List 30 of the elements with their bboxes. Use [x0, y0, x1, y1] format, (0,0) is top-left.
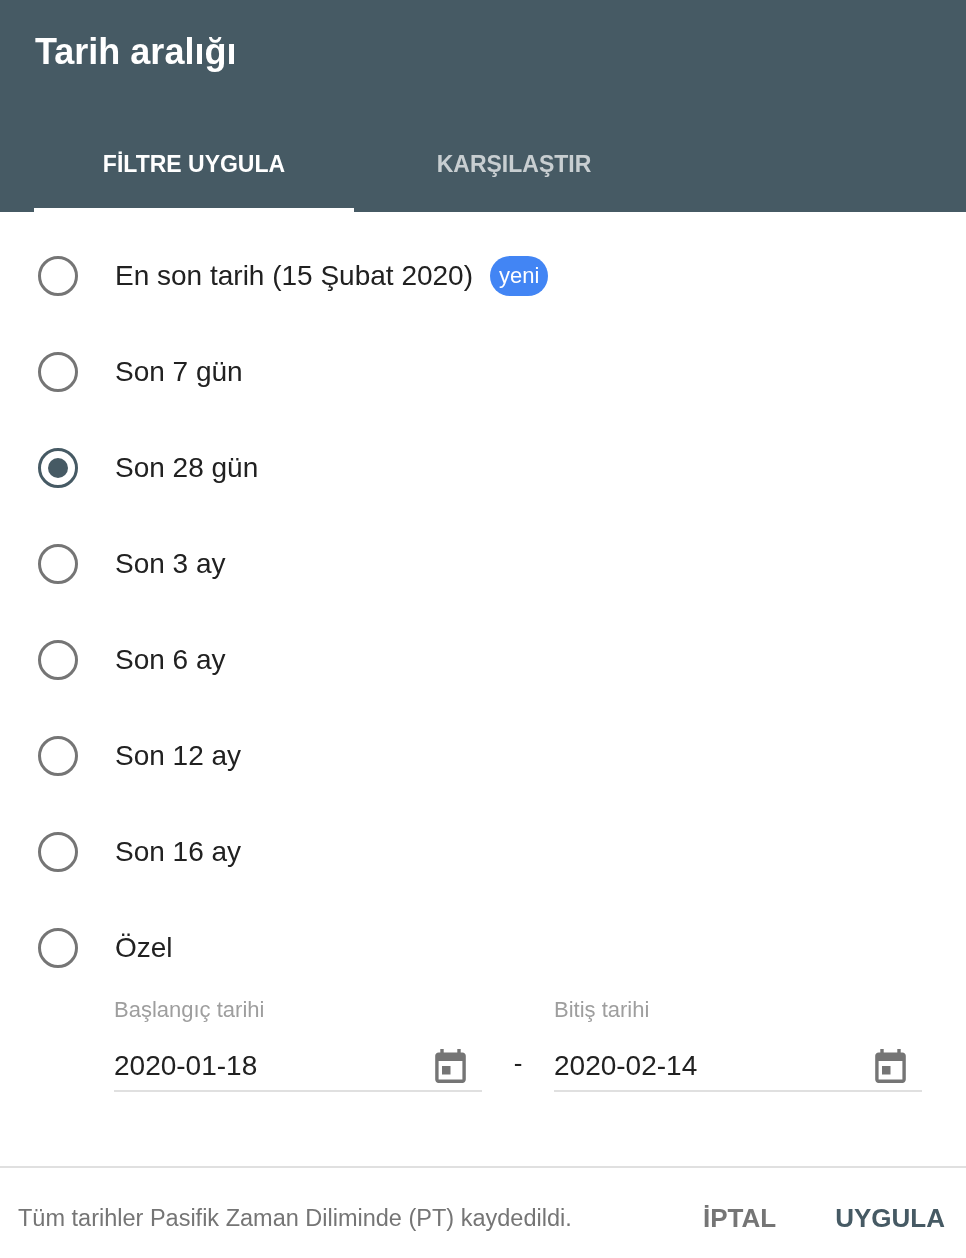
- option-label: Son 7 gün: [115, 355, 243, 389]
- option-label: Son 28 gün: [115, 451, 259, 485]
- radio-button[interactable]: [38, 640, 78, 680]
- option-label: Son 16 ay: [115, 835, 242, 869]
- radio-button[interactable]: [38, 544, 78, 584]
- option-label: Son 6 ay: [115, 643, 226, 677]
- radio-button[interactable]: [38, 448, 78, 488]
- cancel-button[interactable]: İPTAL: [687, 1194, 793, 1242]
- radio-button[interactable]: [38, 352, 78, 392]
- option-label: Son 12 ay: [115, 739, 242, 773]
- option-label: En son tarih (15 Şubat 2020): [115, 259, 473, 293]
- date-field[interactable]: 2020-01-18: [114, 1041, 482, 1092]
- timezone-note: Tüm tarihler Pasifik Zaman Diliminde (PT) kaydedildi.: [18, 1204, 572, 1232]
- apply-button[interactable]: UYGULA: [819, 1194, 961, 1242]
- new-badge: yeni: [490, 256, 549, 296]
- radio-button[interactable]: [38, 736, 78, 776]
- calendar-icon[interactable]: [435, 1048, 466, 1083]
- field-label: Başlangıç tarihi: [114, 997, 265, 1023]
- dialog-title: Tarih aralığı: [35, 31, 237, 73]
- radio-button[interactable]: [38, 928, 78, 968]
- tab[interactable]: FİLTRE UYGULA: [34, 116, 354, 212]
- field-label: Bitiş tarihi: [554, 997, 650, 1023]
- date-field[interactable]: 2020-02-14: [554, 1041, 922, 1092]
- radio-button[interactable]: [38, 832, 78, 872]
- tab[interactable]: KARŞILAŞTIR: [354, 116, 674, 212]
- option-label: Son 3 ay: [115, 547, 226, 581]
- radio-button[interactable]: [38, 256, 78, 296]
- calendar-icon[interactable]: [875, 1048, 906, 1083]
- option-label: Özel: [115, 931, 173, 965]
- range-separator: -: [513, 1048, 523, 1078]
